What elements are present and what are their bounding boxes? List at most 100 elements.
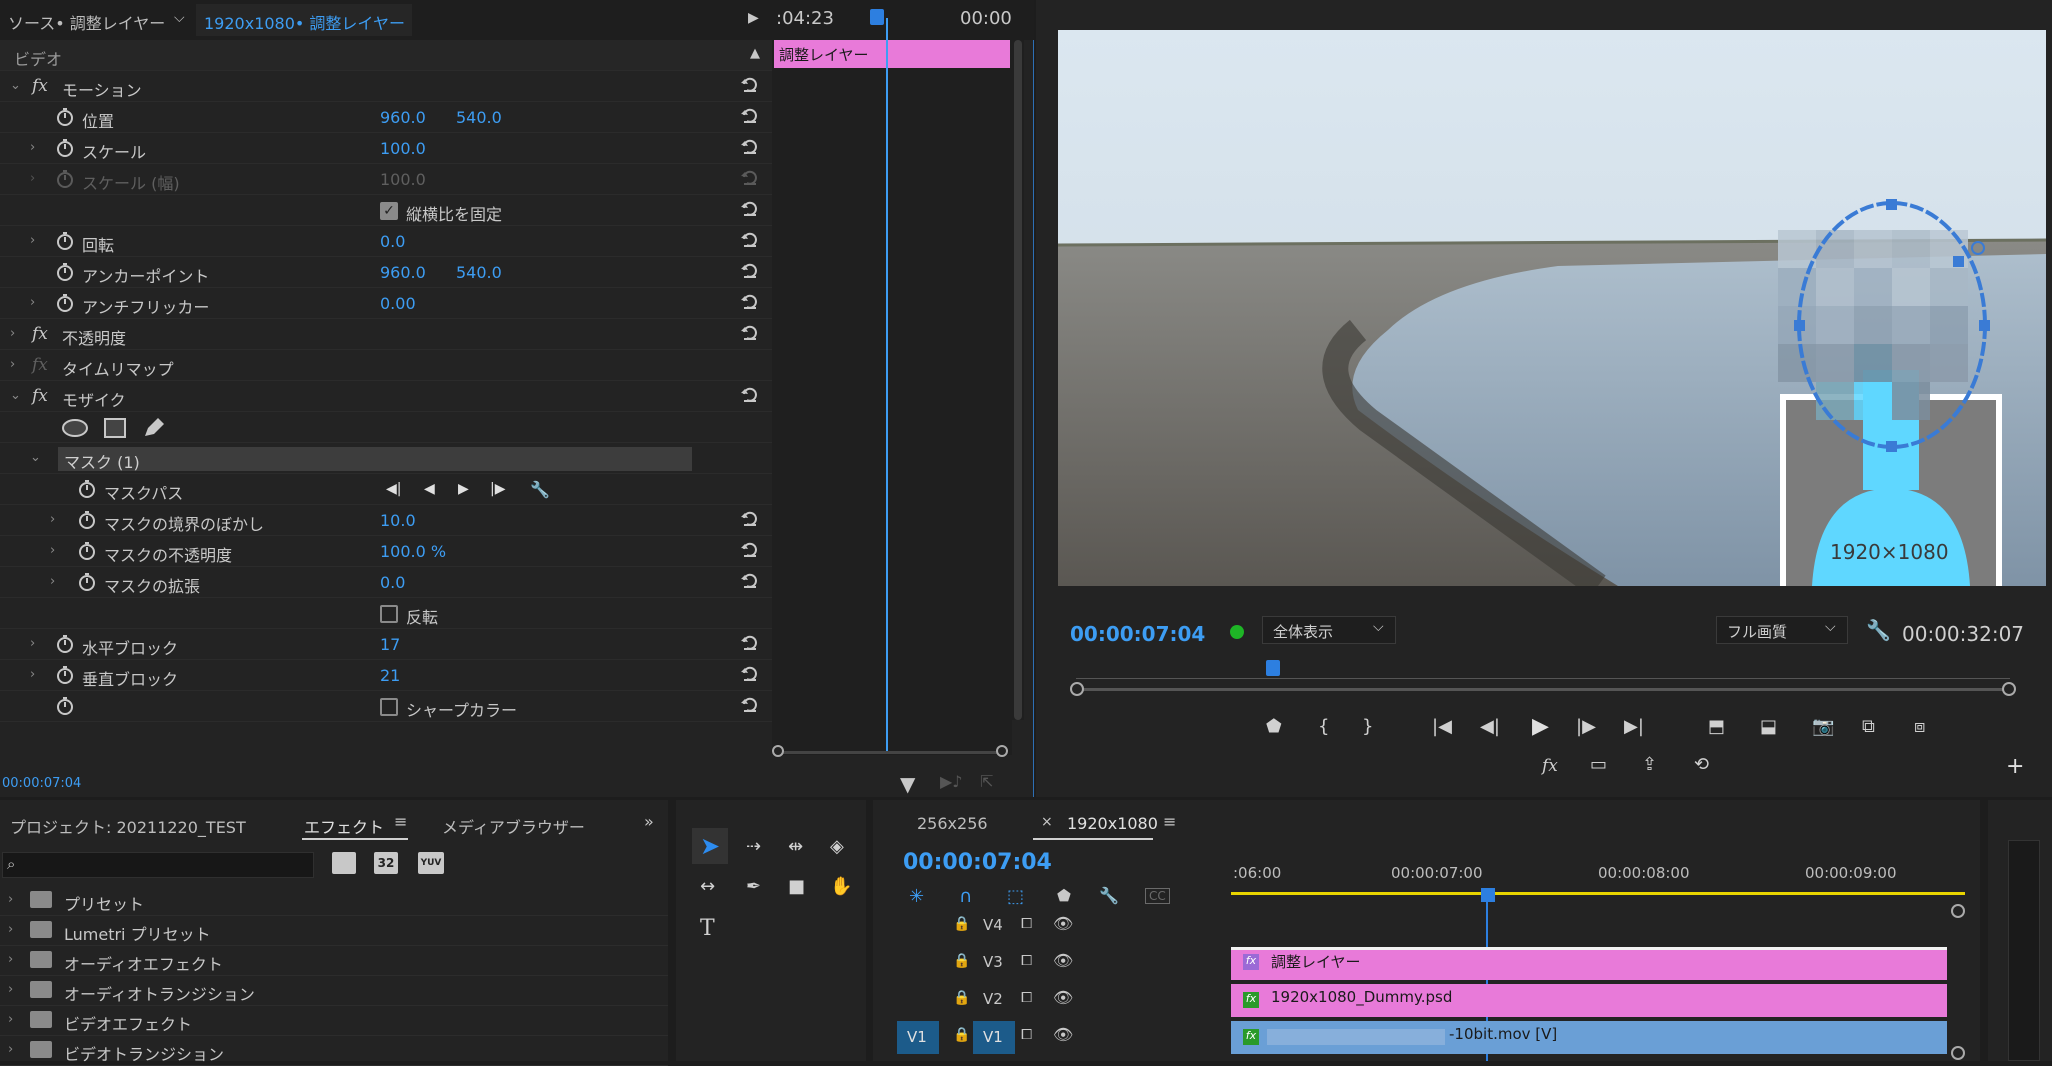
stopwatch-icon[interactable] [78,479,96,499]
hand-tool-icon[interactable]: ✋ [830,876,852,897]
opacity-row[interactable]: › fx 不透明度 [0,319,772,350]
expand-caret-icon[interactable]: › [30,295,40,310]
sync-lock-icon[interactable]: ⧠ [1021,916,1032,932]
expand-caret-icon[interactable]: › [8,952,13,967]
accelerated-effects-icon[interactable] [332,852,356,874]
eye-icon[interactable]: 👁 [1053,1025,1073,1044]
yuv-effects-icon[interactable]: YUV [418,852,444,874]
nest-icon[interactable]: ✳ [909,886,924,907]
collapse-up-icon[interactable]: ▲ [750,46,760,61]
adjustment-layer-clip[interactable]: fx 調整レイヤー [1231,947,1947,980]
add-button-icon[interactable]: + [2006,754,2024,779]
rectangle-mask-icon[interactable] [104,418,126,438]
sequence-tab[interactable]: 1920x1080• 調整レイヤー [204,10,405,34]
reset-icon[interactable] [740,75,760,95]
snap-icon[interactable]: ∩ [959,886,972,907]
rectangle-tool-icon[interactable]: ■ [788,876,805,897]
list-item[interactable]: › Lumetri プリセット [0,916,668,946]
reset-icon[interactable] [740,664,760,684]
expand-caret-icon[interactable]: › [8,1042,13,1057]
expand-caret-icon[interactable]: › [30,667,40,682]
expand-caret-icon[interactable]: › [8,1012,13,1027]
sharp-colors-checkbox[interactable] [380,698,398,716]
list-item[interactable]: › ビデオエフェクト [0,1006,668,1036]
tab-256x256[interactable]: 256x256 [917,814,988,833]
reset-icon[interactable] [740,509,760,529]
reset-icon[interactable] [740,230,760,250]
tab-1920x1080[interactable]: 1920x1080 [1067,814,1158,833]
playhead-handle[interactable] [870,9,884,25]
safe-margins-icon[interactable]: ▭ [1590,754,1607,775]
effect-timeline[interactable]: 調整レイヤー [772,18,1012,757]
reset-icon[interactable] [740,633,760,653]
reset-icon[interactable] [740,540,760,560]
expand-caret-icon[interactable]: ⌄ [10,78,21,93]
ripple-edit-tool-icon[interactable]: ⇹ [788,836,803,857]
media-browser-tab[interactable]: メディアブラウザー [442,814,585,838]
list-item[interactable]: › オーディオトランジション [0,976,668,1006]
go-to-in-icon[interactable]: |◀ [1432,716,1452,737]
track-forward-one-icon[interactable]: |▶ [490,481,505,497]
expand-caret-icon[interactable]: › [30,140,40,155]
work-area-bar[interactable] [1231,892,1965,895]
play-icon[interactable]: ▶ [1532,714,1549,739]
vertical-blocks-value[interactable]: 21 [380,666,400,685]
quality-select[interactable]: フル画質 ⌵ [1716,616,1848,644]
mask-feather-value[interactable]: 10.0 [380,511,416,530]
list-item[interactable]: › プリセット [0,886,668,916]
fx-icon[interactable]: fx [1542,756,1558,776]
dummy-psd-clip[interactable]: fx 1920x1080_Dummy.psd [1231,984,1947,1017]
eye-icon[interactable]: 👁 [1053,988,1073,1007]
time-ruler[interactable]: :06:00 00:00:07:00 00:00:08:00 00:00:09:… [1231,854,1975,895]
expand-caret-icon[interactable]: › [50,512,60,527]
play-arrow-icon[interactable]: ▶ [748,10,759,26]
stopwatch-icon[interactable] [56,231,74,251]
stopwatch-icon[interactable] [78,510,96,530]
wrench-icon[interactable]: 🔧 [530,480,550,499]
rotation-value[interactable]: 0.0 [380,232,405,251]
motion-row[interactable]: ⌄ fx モーション [0,71,772,102]
effects-search-input[interactable]: ⌕ [2,852,314,878]
video-clip[interactable]: fx -10bit.mov [V] [1231,1021,1947,1054]
horizontal-blocks-value[interactable]: 17 [380,635,400,654]
mark-out-icon[interactable]: } [1362,716,1373,737]
32bit-effects-icon[interactable]: 32 [374,852,398,874]
uniform-scale-checkbox[interactable]: ✓ [380,202,398,220]
razor-tool-icon[interactable]: ◈ [830,836,844,857]
reset-icon[interactable] [740,323,760,343]
panel-menu-icon[interactable]: ≡ [1163,812,1176,831]
eye-icon[interactable]: 👁 [1053,951,1073,970]
scale-value[interactable]: 100.0 [380,139,426,158]
stopwatch-icon[interactable] [56,696,74,716]
zoom-scrollbar[interactable] [772,745,1012,757]
track-backward-one-icon[interactable]: ◀| [386,481,401,497]
stopwatch-icon[interactable] [56,665,74,685]
mask-row[interactable]: ⌄ マスク (1) [0,443,772,474]
scrub-playhead[interactable] [1266,660,1280,676]
program-video-frame[interactable]: 1920×1080 [1058,30,2046,586]
compare-icon[interactable]: ⧉ [1862,716,1875,737]
lift-icon[interactable]: ⬒ [1708,716,1725,737]
reset-icon[interactable] [740,695,760,715]
pen-tool-icon[interactable]: ✒ [746,876,761,897]
multi-camera-icon[interactable]: ⧈ [1914,716,1925,737]
step-back-icon[interactable]: ◀| [1480,716,1500,737]
stopwatch-icon[interactable] [56,293,74,313]
expand-caret-icon[interactable]: › [10,326,20,341]
reset-icon[interactable] [740,199,760,219]
reset-icon[interactable] [740,106,760,126]
scroll-handle[interactable] [1951,904,1965,918]
timeline-playhead-handle[interactable] [1481,888,1495,902]
filter-icon[interactable]: ▼ [900,772,915,796]
mark-in-icon[interactable]: { [1318,716,1329,737]
export-frame-icon[interactable]: ⇪ [1642,754,1657,775]
project-tab[interactable]: プロジェクト: 20211220_TEST [10,814,246,838]
timeline-timecode[interactable]: 00:00:07:04 [903,850,1052,875]
anchor-y-value[interactable]: 540.0 [456,263,502,282]
reset-icon[interactable] [740,261,760,281]
stopwatch-icon[interactable] [56,107,74,127]
stopwatch-icon[interactable] [56,634,74,654]
list-item[interactable]: › オーディオエフェクト [0,946,668,976]
position-y-value[interactable]: 540.0 [456,108,502,127]
scrub-bar[interactable] [1036,660,2052,696]
